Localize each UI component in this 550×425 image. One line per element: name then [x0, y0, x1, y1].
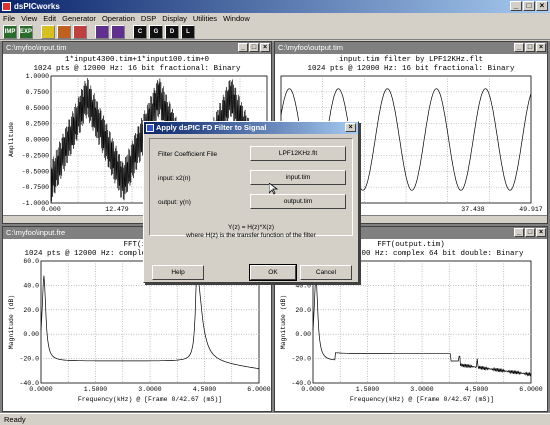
dialog-title-bar: Apply dsPIC FD Filter to Signal × [144, 122, 358, 134]
maximize-button[interactable]: □ [249, 43, 259, 52]
x-tick-label: 12.479 [105, 206, 129, 213]
close-button[interactable]: × [260, 43, 270, 52]
menu-generator[interactable]: Generator [62, 13, 96, 24]
ok-button[interactable]: OK [249, 264, 297, 281]
y-tick-label: 20.0 [295, 307, 311, 314]
l-icon[interactable]: L [181, 24, 195, 39]
status-bar: Ready [0, 413, 550, 425]
y-tick-label: -20.0 [19, 356, 39, 363]
menu-utilities[interactable]: Utilities [193, 13, 217, 24]
tool-icon[interactable] [57, 24, 71, 39]
app-icon [2, 2, 11, 11]
menu-dsp[interactable]: DSP [141, 13, 156, 24]
y-tick-label: 1.0000 [26, 73, 50, 80]
wave-icon[interactable] [95, 24, 109, 39]
x-tick-label: 0.0000 [29, 386, 53, 393]
minimize-button[interactable]: _ [238, 43, 248, 52]
wave2-icon[interactable] [111, 24, 125, 39]
dialog-title: Apply dsPIC FD Filter to Signal [156, 123, 267, 132]
x-tick-label: 1.5000 [356, 386, 380, 393]
coef-label: Filter Coefficient File [158, 151, 218, 158]
y-tick-label: -20.0 [291, 356, 311, 363]
import-icon[interactable]: IMP [3, 24, 17, 39]
x-axis-label: Frequency(kHz) @ [Frame 0/42.67 (mS)] [78, 396, 222, 403]
x-tick-label: 4.5000 [193, 386, 217, 393]
y-tick-label: 60.0 [23, 258, 39, 265]
x-axis-label: Frequency(kHz) @ [Frame 0/42.67 (mS)] [350, 396, 494, 403]
menu-operation[interactable]: Operation [102, 13, 135, 24]
apply-filter-dialog[interactable]: Apply dsPIC FD Filter to Signal × Filter… [143, 121, 359, 283]
maximize-button[interactable]: □ [525, 228, 535, 237]
y-tick-label: 40.0 [23, 282, 39, 289]
toolbar: IMP EXP C G D L [0, 24, 550, 40]
x-tick-label: 3.0000 [138, 386, 162, 393]
y-tick-label: 20.0 [23, 307, 39, 314]
x-tick-label: 4.5000 [465, 386, 489, 393]
menu-edit[interactable]: Edit [43, 13, 56, 24]
dialog-icon [146, 124, 154, 132]
x-tick-label: 6.0000 [247, 386, 271, 393]
y-tick-label: 40.0 [295, 282, 311, 289]
window-title: C:\myfoo\input.tim _ □ × [3, 42, 271, 54]
x-tick-label: 1.5000 [84, 386, 108, 393]
y-tick-label: 0.7500 [26, 89, 50, 96]
menu-window[interactable]: Window [223, 13, 250, 24]
input-label: input: x2(n) [158, 175, 191, 182]
minimize-button[interactable]: _ [514, 228, 524, 237]
y-tick-label: -0.5000 [22, 168, 49, 175]
y-tick-label: 0.5000 [26, 105, 50, 112]
x-tick-label: 3.0000 [410, 386, 434, 393]
formula-note: where H(z) is the transfer function of t… [186, 232, 316, 239]
window-title: C:\myfoo\output.tim _ □ × [275, 42, 547, 54]
y-tick-label: 0.2500 [26, 121, 50, 128]
minimize-button[interactable]: _ [510, 1, 522, 11]
menu-bar: File View Edit Generator Operation DSP D… [0, 13, 550, 24]
maximize-button[interactable]: □ [523, 1, 535, 11]
x-tick-label: 37.438 [461, 206, 485, 213]
dialog-group: Filter Coefficient File LPF12KHz.flt inp… [149, 138, 353, 236]
export-icon[interactable]: EXP [19, 24, 33, 39]
y-tick-label: -0.7500 [22, 184, 49, 191]
menu-file[interactable]: File [3, 13, 15, 24]
minimize-button[interactable]: _ [514, 43, 524, 52]
output-file-button[interactable]: output.tim [250, 194, 346, 209]
spectrum-line [40, 275, 260, 370]
app-title: dsPICworks [14, 2, 60, 11]
y-axis-label: Magnitude (dB) [280, 295, 287, 350]
g-icon[interactable]: G [149, 24, 163, 39]
close-button[interactable]: × [536, 1, 548, 11]
y-tick-label: -0.2500 [22, 152, 49, 159]
lightbulb-icon[interactable] [41, 24, 55, 39]
y-axis-label: Magnitude (dB) [8, 295, 15, 350]
close-button[interactable]: × [536, 228, 546, 237]
x-tick-label: 0.000 [41, 206, 61, 213]
mouse-cursor-icon [269, 183, 279, 195]
x-tick-label: 49.917 [519, 206, 543, 213]
filter-icon[interactable] [73, 24, 87, 39]
x-tick-label: 0.0000 [301, 386, 325, 393]
y-axis-label: Amplitude [8, 122, 15, 157]
d-icon[interactable]: D [165, 24, 179, 39]
app-title-bar: dsPICworks _ □ × [0, 0, 550, 13]
output-label: output: y(n) [158, 199, 191, 206]
maximize-button[interactable]: □ [525, 43, 535, 52]
menu-view[interactable]: View [21, 13, 37, 24]
help-button[interactable]: Help [152, 265, 204, 280]
x-tick-label: 6.0000 [519, 386, 543, 393]
mdi-area: C:\myfoo\input.tim _ □ × 1*input4300.tim+1… [0, 41, 550, 413]
dialog-close-button[interactable]: × [345, 123, 356, 132]
close-button[interactable]: × [536, 43, 546, 52]
c-icon[interactable]: C [133, 24, 147, 39]
menu-display[interactable]: Display [162, 13, 187, 24]
cancel-button[interactable]: Cancel [300, 265, 352, 280]
y-tick-label: 0.0000 [26, 137, 50, 144]
formula-text: Y(z) = H(z)*X(z) [227, 224, 275, 231]
y-tick-label: 0.00 [23, 331, 39, 338]
input-file-button[interactable]: input.tim [250, 170, 346, 185]
y-tick-label: 0.00 [295, 331, 311, 338]
coef-file-button[interactable]: LPF12KHz.flt [250, 146, 346, 161]
